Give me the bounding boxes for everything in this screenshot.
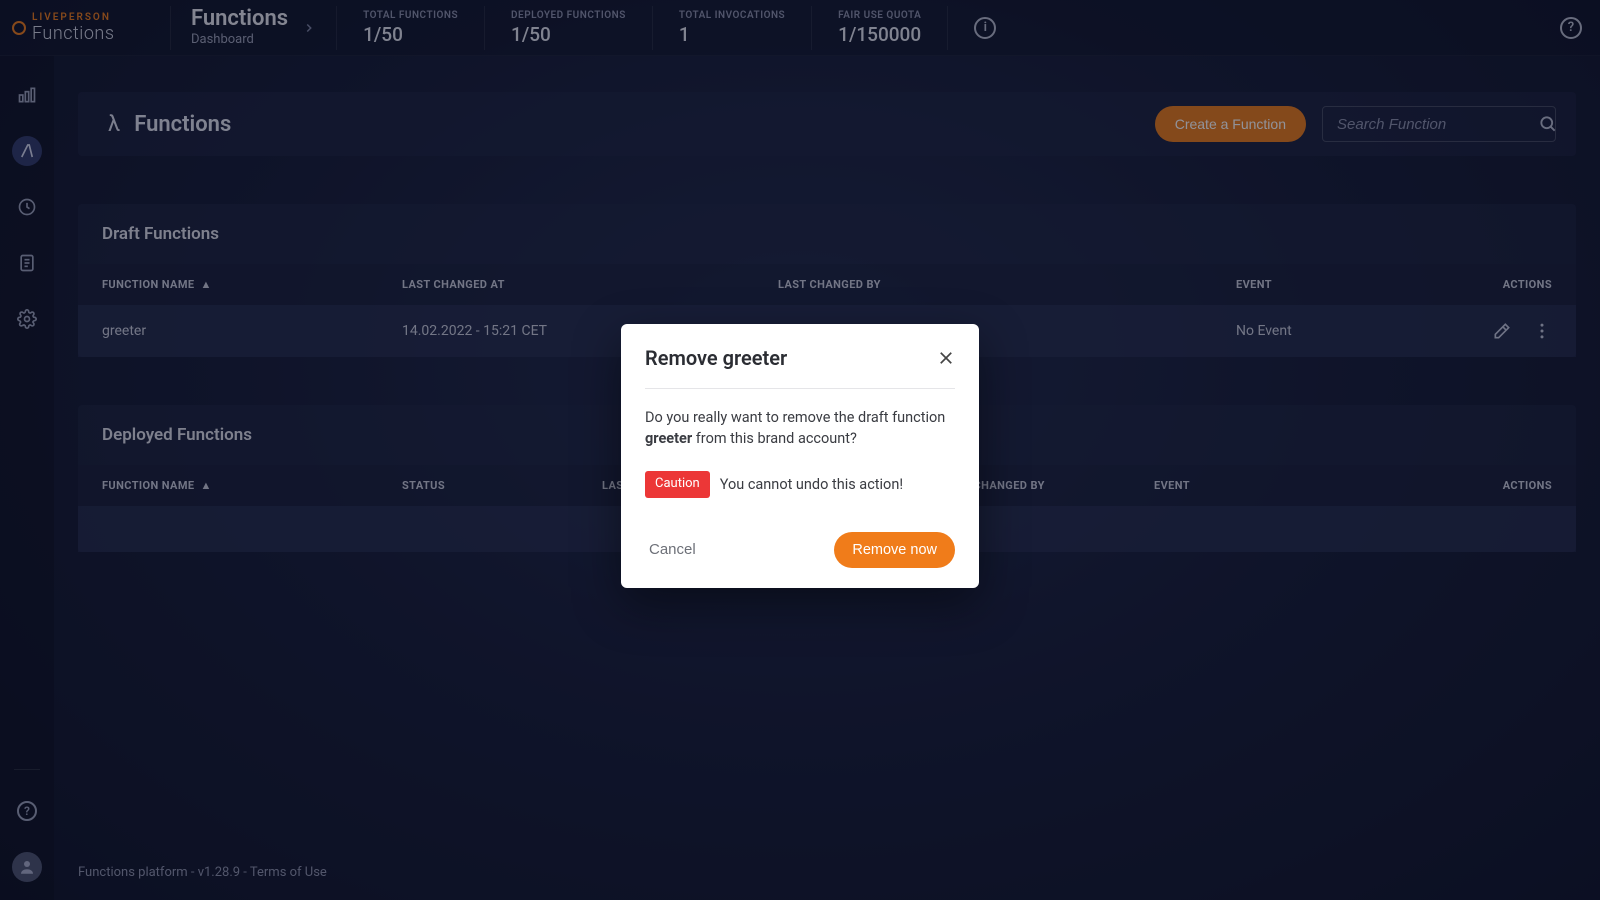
caution-text: You cannot undo this action! [720,474,903,495]
modal-overlay: Remove greeter Do you really want to rem… [0,0,1600,900]
modal-body-prefix: Do you really want to remove the draft f… [645,409,945,426]
remove-modal: Remove greeter Do you really want to rem… [621,324,979,588]
remove-now-button[interactable]: Remove now [834,532,955,568]
modal-body: Do you really want to remove the draft f… [645,389,955,504]
modal-body-suffix: from this brand account? [692,430,857,447]
close-icon[interactable] [937,349,955,367]
caution-badge: Caution [645,471,710,498]
modal-title: Remove greeter [645,346,787,370]
modal-body-strong: greeter [645,430,692,447]
cancel-button[interactable]: Cancel [645,533,700,566]
